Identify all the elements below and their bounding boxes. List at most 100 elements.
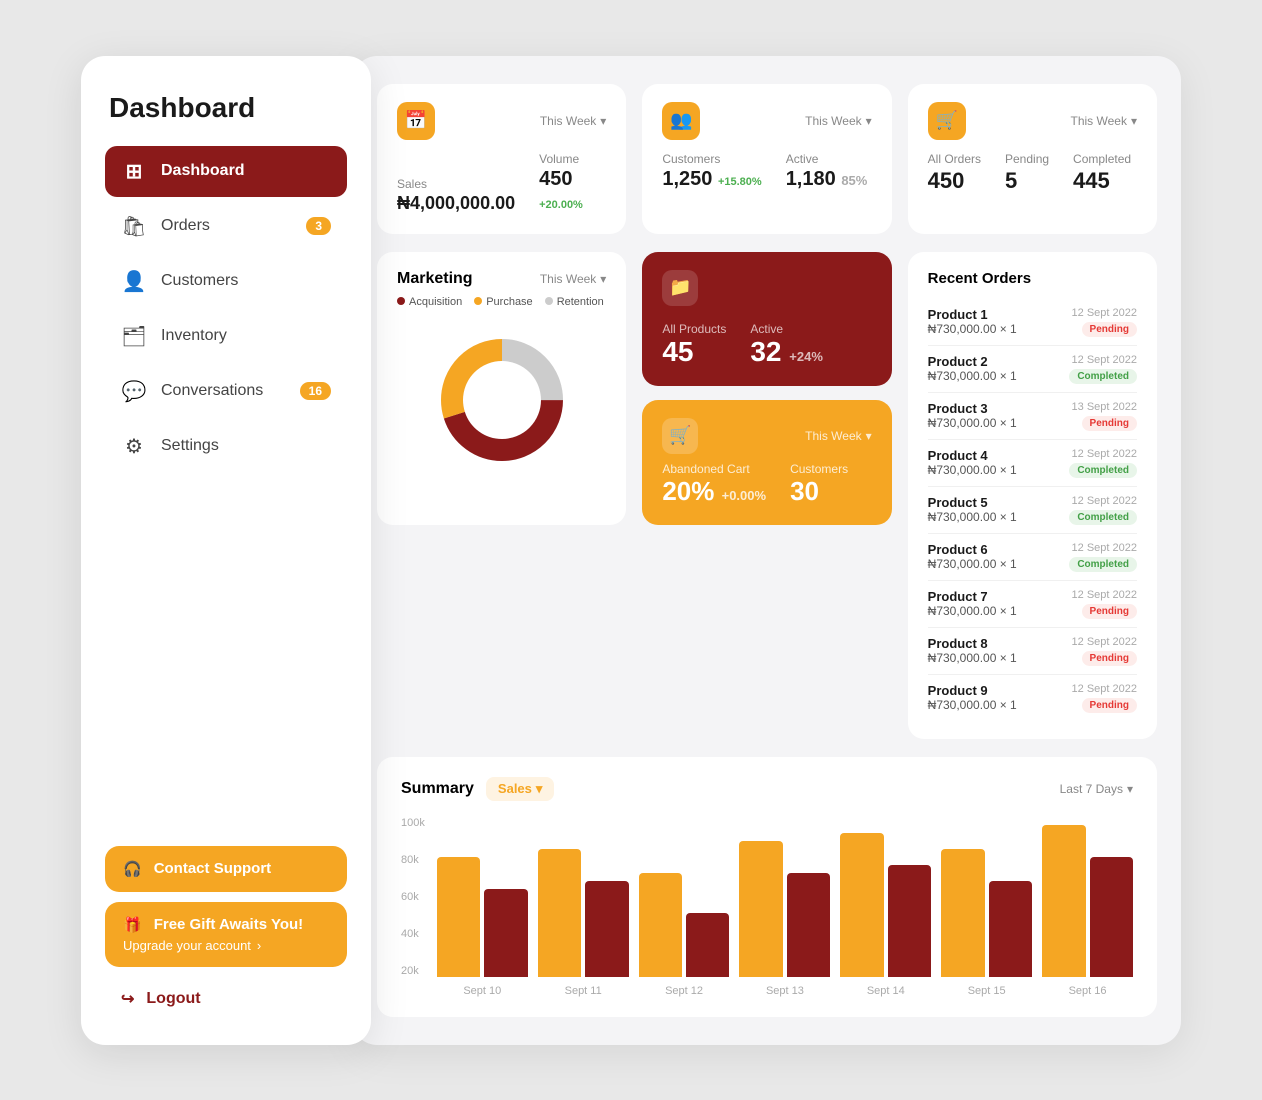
cart-card: 🛒 This Week ▾ Abandoned Cart 20% +0.00% [642,400,891,525]
sales-week-filter[interactable]: This Week ▾ [540,114,607,128]
middle-grid: Marketing This Week ▾ Acquisition Purcha… [377,252,1157,739]
customers-icon: 👤 [121,269,147,294]
chart-label: Sept 15 [941,985,1032,997]
bar-red [989,881,1032,977]
sidebar-item-label: Orders [161,217,210,235]
chart-label: Sept 12 [639,985,730,997]
bar-red [888,865,931,977]
summary-card: Summary Sales ▾ Last 7 Days ▾ 100k 80k 6… [377,757,1157,1017]
logout-button[interactable]: ↪ Logout [105,977,347,1021]
sidebar-item-label: Settings [161,437,219,455]
free-gift-button[interactable]: 🎁 Free Gift Awaits You! Upgrade your acc… [105,902,347,967]
sidebar-item-inventory[interactable]: 🗂 Inventory [105,311,347,362]
conversations-badge: 16 [300,382,331,400]
chart-label: Sept 14 [840,985,931,997]
orders-stat-card: 🛒 This Week ▾ All Orders 450 Pending 5 [908,84,1157,234]
marketing-week-filter[interactable]: This Week ▾ [540,272,607,286]
bar-group [941,817,1032,977]
bar-red [787,873,830,977]
chart-label: Sept 13 [739,985,830,997]
customers-stat-card: 👥 This Week ▾ Customers 1,250 +15.80% [642,84,891,234]
inventory-icon: 🗂 [121,324,147,349]
gift-icon: 🎁 [123,916,142,934]
marketing-legend: Acquisition Purchase Retention [397,296,606,308]
bar-yellow [538,849,581,977]
bar-yellow [941,849,984,977]
orders-list: Product 1 ₦730,000.00 × 1 12 Sept 2022 P… [928,299,1137,721]
sidebar-bottom: 🎧 Contact Support 🎁 Free Gift Awaits You… [105,846,347,1021]
settings-icon: ⚙ [121,434,147,459]
marketing-card: Marketing This Week ▾ Acquisition Purcha… [377,252,626,525]
orders-icon: 🛍 [121,214,147,239]
customers-stat-icon: 👥 [662,102,700,140]
order-item: Product 2 ₦730,000.00 × 1 12 Sept 2022 C… [928,346,1137,393]
order-item: Product 3 ₦730,000.00 × 1 13 Sept 2022 P… [928,393,1137,440]
cart-icon: 🛒 [662,418,698,454]
bar-yellow [840,833,883,977]
sales-icon: 📅 [397,102,435,140]
bar-group [639,817,730,977]
bar-group [739,817,830,977]
orders-badge: 3 [306,217,331,235]
contact-support-button[interactable]: 🎧 Contact Support [105,846,347,892]
chart-label: Sept 10 [437,985,528,997]
bar-red [1090,857,1133,977]
marketing-donut [397,320,606,480]
summary-title: Summary [401,780,474,798]
logout-icon: ↪ [121,989,134,1009]
summary-period-filter[interactable]: Last 7 Days ▾ [1060,782,1133,796]
sidebar-item-label: Dashboard [161,162,245,180]
marketing-title: Marketing [397,270,473,288]
chart-label: Sept 11 [538,985,629,997]
order-item: Product 6 ₦730,000.00 × 1 12 Sept 2022 C… [928,534,1137,581]
order-item: Product 8 ₦730,000.00 × 1 12 Sept 2022 P… [928,628,1137,675]
bar-group [840,817,931,977]
headset-icon: 🎧 [123,860,142,878]
orders-week-filter[interactable]: This Week ▾ [1070,114,1137,128]
conversations-icon: 💬 [121,379,147,404]
sidebar-item-label: Customers [161,272,238,290]
customers-week-filter[interactable]: This Week ▾ [805,114,872,128]
recent-orders-card: Recent Orders Product 1 ₦730,000.00 × 1 … [908,252,1157,739]
bar-red [686,913,729,977]
bar-yellow [739,841,782,977]
sidebar: Dashboard ⊞ Dashboard 🛍 Orders 3 👤 Custo… [81,56,371,1045]
products-cart-col: 📁 All Products 45 Active 32 +24% [642,252,891,525]
bar-yellow [639,873,682,977]
chart-bars-container: Sept 10 Sept 11 Sept 12 Sept 13 Sept 14 Sept … [437,817,1133,997]
products-icon: 📁 [662,270,698,306]
sidebar-item-settings[interactable]: ⚙ Settings [105,421,347,472]
bar-red [585,881,628,977]
sidebar-item-orders[interactable]: 🛍 Orders 3 [105,201,347,252]
order-item: Product 4 ₦730,000.00 × 1 12 Sept 2022 C… [928,440,1137,487]
sales-filter-badge[interactable]: Sales ▾ [486,777,555,801]
sidebar-item-customers[interactable]: 👤 Customers [105,256,347,307]
sales-stat-card: 📅 This Week ▾ Sales ₦4,000,000.00 Volume [377,84,626,234]
sidebar-item-dashboard[interactable]: ⊞ Dashboard [105,146,347,197]
recent-orders-title: Recent Orders [928,270,1137,287]
chart-bars [437,817,1133,977]
sidebar-item-conversations[interactable]: 💬 Conversations 16 [105,366,347,417]
sidebar-item-label: Inventory [161,327,227,345]
orders-stat-icon: 🛒 [928,102,966,140]
chart-area: 100k 80k 60k 40k 20k [401,817,1133,997]
bar-yellow [437,857,480,977]
chart-label: Sept 16 [1042,985,1133,997]
main-content: 📅 This Week ▾ Sales ₦4,000,000.00 Volume [353,56,1181,1045]
chart-y-axis: 100k 80k 60k 40k 20k [401,817,425,977]
stats-row: 📅 This Week ▾ Sales ₦4,000,000.00 Volume [377,84,1157,234]
bar-group [437,817,528,977]
order-item: Product 5 ₦730,000.00 × 1 12 Sept 2022 C… [928,487,1137,534]
bar-group [1042,817,1133,977]
sidebar-item-label: Conversations [161,382,263,400]
sidebar-nav: ⊞ Dashboard 🛍 Orders 3 👤 Customers 🗂 Inv… [105,146,347,846]
order-item: Product 1 ₦730,000.00 × 1 12 Sept 2022 P… [928,299,1137,346]
cart-week-filter[interactable]: This Week ▾ [805,429,872,443]
order-item: Product 7 ₦730,000.00 × 1 12 Sept 2022 P… [928,581,1137,628]
dashboard-icon: ⊞ [121,159,147,184]
chart-labels: Sept 10 Sept 11 Sept 12 Sept 13 Sept 14 Sept … [437,985,1133,997]
order-item: Product 9 ₦730,000.00 × 1 12 Sept 2022 P… [928,675,1137,721]
sidebar-title: Dashboard [105,92,347,124]
bar-red [484,889,527,977]
bar-yellow [1042,825,1085,977]
